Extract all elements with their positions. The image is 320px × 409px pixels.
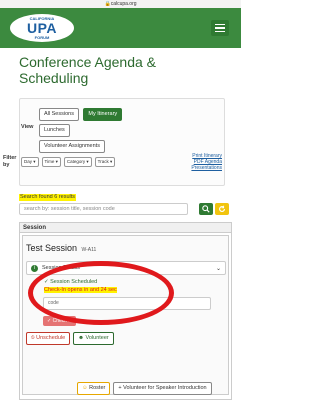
volunteer-icon: ☻ xyxy=(78,335,84,341)
url-text: calcupa.org xyxy=(110,1,137,7)
filter-label: Filter by xyxy=(3,155,17,168)
logo-bottom-text: FORUM xyxy=(34,35,50,40)
session-header: Session xyxy=(20,223,231,233)
clear-search-button[interactable] xyxy=(215,203,229,215)
filter-category-select[interactable]: Category ▾ xyxy=(63,157,92,167)
red-annotation-ellipse xyxy=(28,261,174,325)
site-header: CALIFORNIA UPA FORUM xyxy=(0,8,241,48)
search-results-count: Search found 6 results xyxy=(19,194,77,201)
cancel-icon: ⦸ xyxy=(31,335,35,341)
check-icon: ✓ xyxy=(47,318,52,324)
page-title: Conference Agenda & Scheduling xyxy=(19,54,156,86)
filter-track-select[interactable]: Track ▾ xyxy=(94,157,116,167)
unschedule-button[interactable]: ⦸ Unschedule xyxy=(26,332,71,345)
view-label: View xyxy=(21,124,34,130)
info-icon: i xyxy=(31,264,38,272)
volunteer-assignments-button[interactable]: Volunteer Assignments xyxy=(39,140,105,153)
session-code: W-A11 xyxy=(81,247,97,253)
roster-button[interactable]: ☺ Roster xyxy=(77,382,111,395)
chevron-down-icon: ⌄ xyxy=(215,265,221,272)
volunteer-intro-button[interactable]: + Volunteer for Speaker Introduction xyxy=(113,382,212,395)
session-title: Test Session xyxy=(26,243,78,253)
presentations-link[interactable]: Presentations xyxy=(172,165,222,171)
filter-day-select[interactable]: Day ▾ xyxy=(21,157,39,167)
logo-main-text: UPA xyxy=(26,20,58,36)
plus-icon: + xyxy=(118,385,122,391)
filter-time-select[interactable]: Time ▾ xyxy=(41,157,61,167)
roster-icon: ☺ xyxy=(82,385,88,391)
views-panel: All Sessions My Itinerary View Lunches V… xyxy=(3,98,225,186)
cupa-logo[interactable]: CALIFORNIA UPA FORUM xyxy=(10,14,74,42)
search-button[interactable] xyxy=(199,203,213,215)
hamburger-icon[interactable] xyxy=(211,20,229,36)
volunteer-button[interactable]: ☻ Volunteer xyxy=(73,332,114,345)
my-itinerary-button[interactable]: My Itinerary xyxy=(83,108,123,121)
search-input[interactable]: search by: session title, session code xyxy=(19,203,188,215)
search-icon xyxy=(202,205,210,213)
browser-url-bar[interactable]: 🔒calcupa.org xyxy=(0,0,241,8)
refresh-icon xyxy=(219,205,225,212)
